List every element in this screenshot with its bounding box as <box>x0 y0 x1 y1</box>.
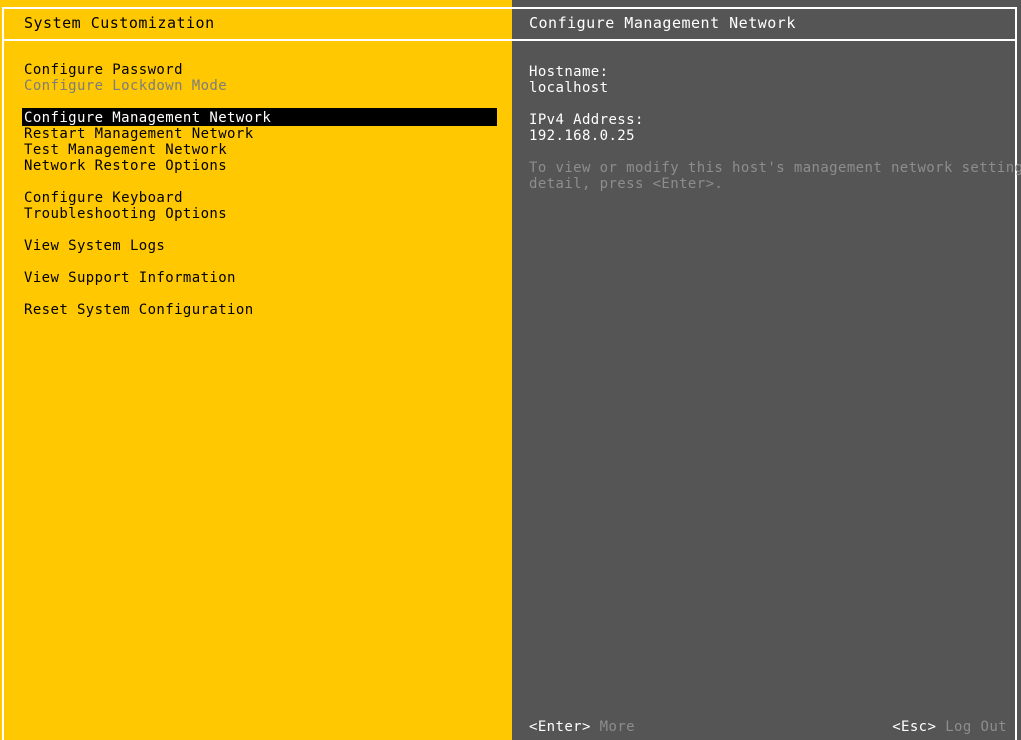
status-enter-key: <Enter> <box>529 719 591 735</box>
menu-item-label: View Support Information <box>24 270 236 286</box>
status-esc-logout[interactable]: <Esc> Log Out <box>892 718 1007 736</box>
left-panel-top-strip <box>0 0 512 7</box>
dcui-screen: System Customization Configure Password C… <box>0 0 1021 740</box>
menu-item-reset-system-configuration[interactable]: Reset System Configuration <box>0 302 512 318</box>
menu-item-label: Configure Management Network <box>24 110 272 126</box>
status-esc-key: <Esc> <box>892 719 937 735</box>
menu-item-configure-lockdown-mode: Configure Lockdown Mode <box>0 78 512 94</box>
field-label-hostname: Hostname: <box>529 64 609 80</box>
system-customization-panel: System Customization Configure Password C… <box>0 0 512 740</box>
field-gap <box>529 144 1009 160</box>
left-panel-header-divider <box>4 39 512 41</box>
menu-item-configure-password[interactable]: Configure Password <box>0 62 512 78</box>
menu-item-network-restore-options[interactable]: Network Restore Options <box>0 158 512 174</box>
field-gap <box>529 96 1009 112</box>
menu-item-label: Troubleshooting Options <box>24 206 228 222</box>
menu-item-label: Network Restore Options <box>24 158 228 174</box>
menu-item-restart-management-network[interactable]: Restart Management Network <box>0 126 512 142</box>
detail-pane: Hostname: localhost IPv4 Address: 192.168.0… <box>529 64 1021 192</box>
menu-item-label: Reset System Configuration <box>24 302 254 318</box>
status-bar: <Enter> More <Esc> Log Out <box>529 718 1007 736</box>
menu-separator <box>0 222 512 238</box>
field-value-ipv4-address: 192.168.0.25 <box>529 128 635 144</box>
status-enter-label: More <box>599 719 635 735</box>
menu-item-label: Test Management Network <box>24 142 228 158</box>
menu-item-label: Configure Keyboard <box>24 190 183 206</box>
menu-separator <box>0 174 512 190</box>
menu-item-view-support-information[interactable]: View Support Information <box>0 270 512 286</box>
menu-item-test-management-network[interactable]: Test Management Network <box>0 142 512 158</box>
menu-item-troubleshooting-options[interactable]: Troubleshooting Options <box>0 206 512 222</box>
menu-separator <box>0 286 512 302</box>
right-panel-frame-top <box>512 7 1017 9</box>
left-panel-title: System Customization <box>24 14 215 32</box>
field-value-hostname: localhost <box>529 80 609 96</box>
status-enter-more[interactable]: <Enter> More <box>529 718 635 736</box>
menu-item-view-system-logs[interactable]: View System Logs <box>0 238 512 254</box>
right-panel-title: Configure Management Network <box>529 14 796 32</box>
right-panel-header-divider <box>512 39 1017 41</box>
menu-item-label: Restart Management Network <box>24 126 254 142</box>
detail-hint-line: detail, press <Enter>. <box>529 176 724 192</box>
left-panel-frame-top <box>2 7 512 9</box>
menu-item-label: View System Logs <box>24 238 166 254</box>
status-esc-label: Log Out <box>945 719 1007 735</box>
field-label-ipv4-address: IPv4 Address: <box>529 112 644 128</box>
system-customization-menu: Configure Password Configure Lockdown Mod… <box>0 62 512 318</box>
detail-hint-text: To view or modify this host's management… <box>529 160 1021 192</box>
right-panel-frame-right <box>1015 7 1017 740</box>
right-panel-top-strip <box>512 0 1021 7</box>
menu-item-configure-management-network[interactable]: Configure Management Network <box>0 108 512 126</box>
menu-item-label: Configure Password <box>24 62 183 78</box>
detail-hint-line: To view or modify this host's management… <box>529 160 1021 176</box>
menu-item-configure-keyboard[interactable]: Configure Keyboard <box>0 190 512 206</box>
menu-separator <box>0 254 512 270</box>
menu-item-label: Configure Lockdown Mode <box>24 78 228 94</box>
configure-management-network-panel: Configure Management Network Hostname: lo… <box>512 0 1021 740</box>
